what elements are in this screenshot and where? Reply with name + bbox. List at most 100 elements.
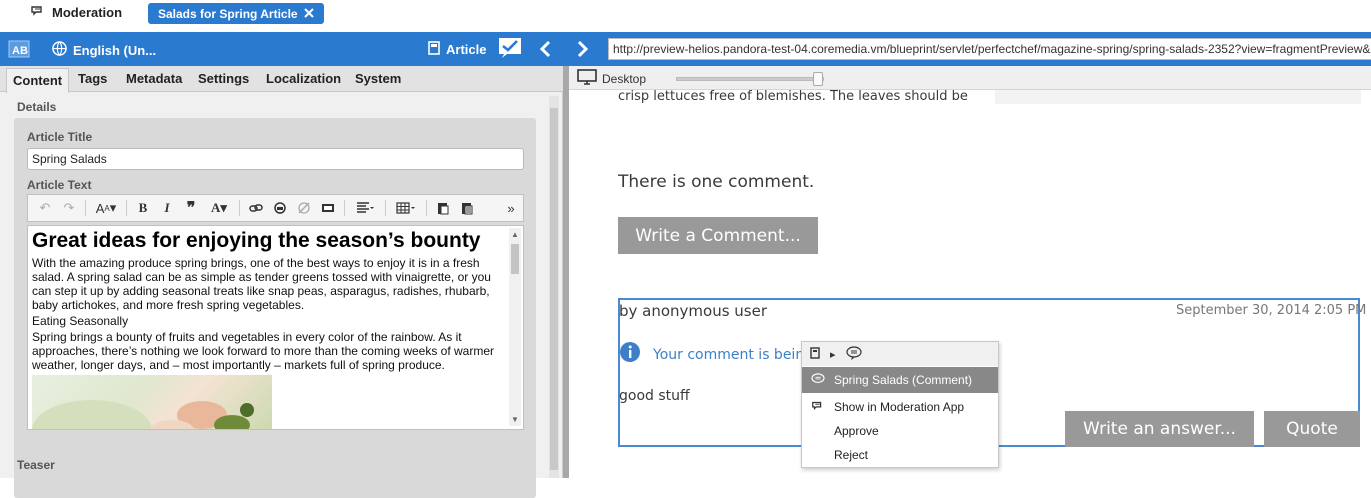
menu-item-approve[interactable]: Approve: [802, 418, 998, 444]
menu-item-reject[interactable]: Reject: [802, 442, 998, 468]
teaser-section-label[interactable]: Teaser: [17, 458, 55, 472]
notice-text: Your comment is being: [653, 346, 814, 363]
unlink-icon[interactable]: [293, 198, 315, 218]
preview-url-field[interactable]: http://preview-helios.pandora-test-04.co…: [608, 38, 1371, 60]
desktop-icon: [577, 69, 597, 88]
embed-icon[interactable]: [317, 198, 339, 218]
globe-icon: [52, 41, 67, 59]
form-tab-bar: Content Tags Metadata Settings Localizat…: [0, 66, 563, 93]
menu-item-label: Spring Salads (Comment): [834, 373, 973, 387]
approve-check-button[interactable]: [498, 37, 522, 62]
article-paragraph: With the amazing produce spring brings, …: [32, 256, 491, 312]
article-subheading: Eating Seasonally: [32, 314, 129, 328]
comment-count: There is one comment.: [618, 172, 815, 192]
comment-date: September 30, 2014 2:05 PM: [1176, 303, 1367, 318]
tab-moderation[interactable]: Moderation: [30, 5, 122, 20]
menu-item-label: Approve: [834, 424, 879, 438]
details-section-label[interactable]: Details: [17, 100, 56, 114]
article-icon: [428, 41, 440, 58]
article-heading: Great ideas for enjoying the season’s bo…: [32, 229, 481, 252]
editor-scrollbar[interactable]: ▲ ▼: [509, 228, 521, 426]
internal-link-icon[interactable]: [269, 198, 291, 218]
article-icon: [810, 346, 820, 362]
doctype-label: Article: [446, 42, 487, 57]
device-label: Desktop: [602, 71, 647, 86]
italic-icon[interactable]: I: [156, 198, 178, 218]
toolbar-divider: [385, 200, 386, 216]
comment-author: by anonymous user: [619, 302, 768, 320]
comment-text: good stuff: [619, 388, 690, 404]
preview-body-text: crisp lettuces free of blemishes. The le…: [618, 89, 968, 104]
context-menu: ▸ Spring Salads (Comment) Show in Modera…: [801, 341, 999, 468]
paste-icon[interactable]: [432, 198, 454, 218]
tab-settings[interactable]: Settings: [198, 71, 249, 86]
context-menu-header: ▸: [802, 342, 998, 366]
scroll-up-icon[interactable]: ▲: [511, 230, 519, 239]
more-tools-icon[interactable]: »: [500, 198, 522, 218]
menu-item-label: Show in Moderation App: [834, 400, 965, 414]
moderation-icon: [802, 400, 834, 415]
tab-article-label: Salads for Spring Article: [158, 6, 298, 21]
tab-tags[interactable]: Tags: [78, 71, 107, 86]
write-answer-button[interactable]: Write an answer...: [1065, 411, 1254, 447]
article-text-editor[interactable]: Great ideas for enjoying the season’s bo…: [27, 225, 524, 430]
rich-text-toolbar: ↶ ↷ A A ▾ B I ❞ A▾ »: [27, 194, 524, 222]
language-selector[interactable]: English (Un...: [52, 41, 156, 59]
write-comment-button[interactable]: Write a Comment...: [618, 217, 818, 254]
menu-item-show-in-moderation[interactable]: Show in Moderation App: [802, 394, 998, 420]
tab-metadata[interactable]: Metadata: [126, 71, 182, 86]
salad-image: [32, 375, 272, 429]
preview-width-slider-thumb[interactable]: [813, 72, 823, 86]
article-title-label: Article Title: [27, 130, 93, 144]
toolbar-divider: [126, 200, 127, 216]
bold-icon[interactable]: B: [132, 198, 154, 218]
toolbar-divider: [239, 200, 240, 216]
font-size-icon[interactable]: A A ▾: [91, 198, 121, 218]
quote-button[interactable]: Quote: [1264, 411, 1360, 447]
doctype-indicator: Article: [428, 41, 486, 58]
tab-article[interactable]: Salads for Spring Article: [148, 3, 324, 24]
menu-item-open-comment[interactable]: Spring Salads (Comment): [802, 367, 998, 393]
text-color-icon[interactable]: A▾: [204, 198, 234, 218]
toolbar-divider: [85, 200, 86, 216]
panel-scrollbar[interactable]: [549, 96, 559, 478]
redo-icon[interactable]: ↷: [58, 198, 80, 218]
moderation-notice: Your comment is being: [619, 341, 813, 368]
top-tab-bar: Moderation Salads for Spring Article: [0, 0, 1371, 32]
chevron-left-icon: [538, 40, 552, 61]
scroll-down-icon[interactable]: ▼: [511, 415, 519, 424]
close-icon[interactable]: [303, 7, 314, 21]
article-text-label: Article Text: [27, 178, 92, 192]
forward-button[interactable]: [576, 40, 590, 61]
article-paragraph: Spring brings a bounty of fruits and veg…: [32, 330, 495, 372]
undo-icon[interactable]: ↶: [34, 198, 56, 218]
device-selector[interactable]: Desktop: [577, 69, 646, 88]
tab-localization[interactable]: Localization: [266, 71, 341, 86]
comment-icon: [845, 345, 862, 363]
info-icon: [619, 341, 641, 368]
preview-sidebar-box: [995, 90, 1361, 104]
toolbar-divider: [344, 200, 345, 216]
moderation-icon: [30, 5, 46, 20]
menu-item-label: Reject: [834, 448, 869, 462]
comment-icon: [802, 372, 834, 388]
doc-type-badge-icon: AB: [8, 40, 30, 58]
tab-content[interactable]: Content: [6, 68, 70, 93]
toolbar-divider: [426, 200, 427, 216]
checklist-icon: [498, 37, 522, 62]
link-icon[interactable]: [245, 198, 267, 218]
table-icon[interactable]: [391, 198, 421, 218]
back-button[interactable]: [538, 40, 552, 61]
panel-scrollbar-thumb[interactable]: [550, 108, 558, 470]
editor-scrollbar-thumb[interactable]: [511, 244, 519, 274]
chevron-right-icon: ▸: [830, 348, 836, 361]
preview-width-slider[interactable]: [676, 77, 824, 81]
align-icon[interactable]: [350, 198, 380, 218]
tab-system[interactable]: System: [355, 71, 401, 86]
svg-text:AB: AB: [12, 45, 28, 57]
paste-text-icon[interactable]: [456, 198, 478, 218]
chevron-right-icon: [576, 40, 590, 61]
tab-moderation-label: Moderation: [52, 5, 123, 20]
article-title-input[interactable]: Spring Salads: [27, 148, 524, 170]
quote-icon[interactable]: ❞: [180, 198, 202, 218]
